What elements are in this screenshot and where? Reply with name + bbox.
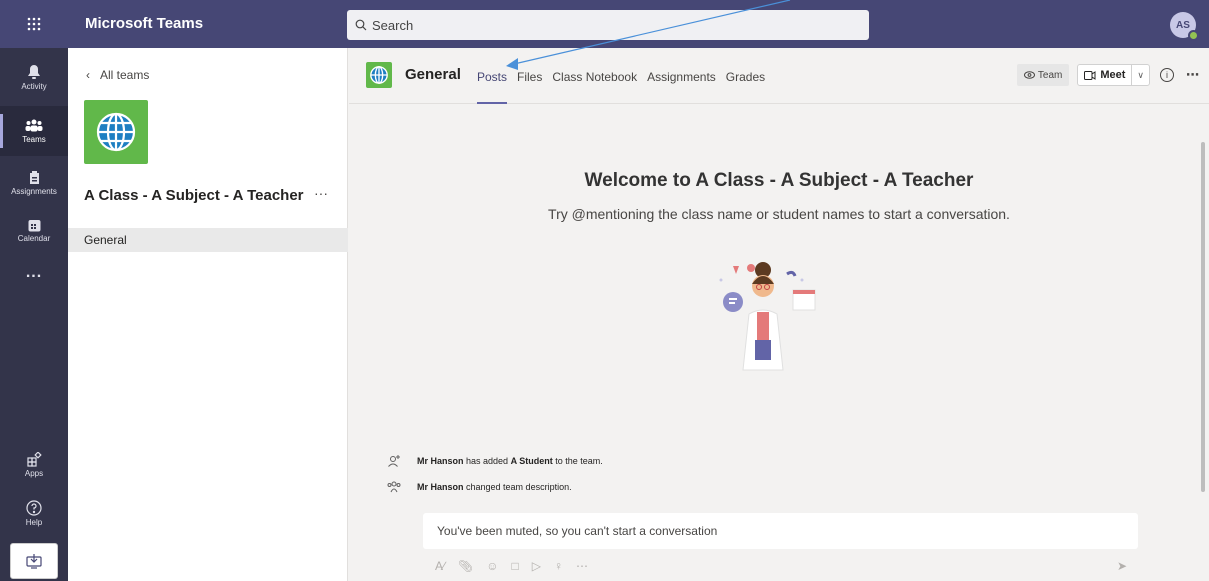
avatar-initials: AS <box>1176 19 1190 31</box>
meet-main[interactable]: Meet <box>1078 65 1133 85</box>
welcome-title: Welcome to A Class - A Subject - A Teach… <box>584 170 974 191</box>
header-actions: Team Meet ∨ i ⋯ <box>1016 64 1199 86</box>
attach-icon[interactable]: 📎︎ <box>458 559 473 573</box>
activity-text: Mr Hanson has added A Student to the tea… <box>417 456 603 466</box>
rail-item-help[interactable]: Help <box>0 488 68 538</box>
welcome-illustration <box>719 262 816 371</box>
send-icon[interactable]: ➤ <box>1117 559 1127 573</box>
main-content: General Posts Files Class Notebook Assig… <box>349 48 1209 581</box>
all-teams-label: All teams <box>100 68 150 82</box>
rail-item-apps[interactable]: Apps <box>0 440 68 490</box>
chevron-left-icon: ‹ <box>86 68 90 82</box>
rail-item-activity[interactable]: Activity <box>0 52 68 102</box>
search-icon <box>355 19 367 31</box>
team-pane: ‹ All teams A Class - A Subject - A Teac… <box>68 48 348 581</box>
rail-label: Calendar <box>17 234 51 243</box>
channel-title: General <box>405 66 461 83</box>
avatar[interactable]: AS <box>1170 12 1199 41</box>
team-button-label: Team <box>1037 69 1063 81</box>
tab-files[interactable]: Files <box>517 48 542 104</box>
team-name: A Class - A Subject - A Teacher <box>84 187 304 204</box>
info-icon[interactable]: i <box>1160 68 1174 82</box>
compose-box-muted: You've been muted, so you can't start a … <box>423 513 1138 549</box>
apps-icon <box>26 452 42 467</box>
more-options-icon[interactable]: ⋯ <box>1186 67 1199 83</box>
channel-tabs: Posts Files Class Notebook Assignments G… <box>477 48 775 104</box>
more-icon: ... <box>25 264 43 281</box>
activity-text: Mr Hanson changed team description. <box>417 482 572 492</box>
assignments-icon <box>29 171 39 184</box>
tab-grades[interactable]: Grades <box>726 48 765 104</box>
calendar-icon <box>28 220 40 232</box>
activity-actor: Mr Hanson <box>417 482 464 492</box>
tab-assignments[interactable]: Assignments <box>647 48 716 104</box>
emoji-icon[interactable]: ☺ <box>486 559 498 573</box>
channel-logo <box>366 62 392 88</box>
channel-item-general[interactable]: General <box>68 228 348 252</box>
rail-label: Teams <box>22 134 46 144</box>
team-more-options-icon[interactable]: ··· <box>314 185 328 201</box>
chevron-down-icon[interactable]: ∨ <box>1132 70 1149 81</box>
eye-icon <box>1023 71 1035 79</box>
format-icon[interactable]: A∕ <box>435 559 445 573</box>
activity-member-added: Mr Hanson has added A Student to the tea… <box>387 454 603 468</box>
more-apps-icon[interactable]: ⋯ <box>576 559 588 573</box>
all-teams-link[interactable]: ‹ All teams <box>86 68 149 82</box>
app-title: Microsoft Teams <box>85 15 204 32</box>
top-bar: Microsoft Teams AS <box>0 0 1209 48</box>
praise-icon[interactable]: ♀ <box>554 559 563 573</box>
rail-label: Assignments <box>11 187 57 196</box>
scrollbar[interactable] <box>1201 142 1205 492</box>
tab-posts[interactable]: Posts <box>477 48 508 104</box>
meet-button[interactable]: Meet ∨ <box>1077 64 1150 86</box>
download-icon <box>26 554 42 569</box>
search-input[interactable] <box>372 17 852 33</box>
search-box[interactable] <box>347 10 869 40</box>
rail-label: Help <box>25 517 43 527</box>
activity-text-part: to the team. <box>552 456 603 466</box>
activity-target: A Student <box>510 456 553 466</box>
rail-item-more[interactable]: ... <box>0 248 68 298</box>
rail-item-assignments[interactable]: Assignments <box>0 158 68 208</box>
meet-now-icon[interactable]: ▷ <box>532 559 541 573</box>
rail-item-teams[interactable]: Teams <box>0 106 68 156</box>
team-logo <box>84 100 148 164</box>
channel-header: General Posts Files Class Notebook Assig… <box>349 48 1209 104</box>
download-app-button[interactable] <box>10 543 58 579</box>
activity-text-part: has added <box>463 456 511 466</box>
meet-label: Meet <box>1100 69 1126 81</box>
bell-icon <box>28 64 40 79</box>
help-icon <box>26 499 42 516</box>
rail-label: Apps <box>24 469 44 478</box>
globe-icon <box>96 112 136 152</box>
teams-icon <box>25 119 43 131</box>
team-button[interactable]: Team <box>1016 64 1070 86</box>
app-launcher-icon[interactable] <box>0 0 68 48</box>
globe-icon <box>370 66 388 84</box>
tab-class-notebook[interactable]: Class Notebook <box>552 48 637 104</box>
sticker-icon[interactable]: □ <box>512 559 519 573</box>
welcome-subtitle: Try @mentioning the class name or studen… <box>548 206 1010 222</box>
team-icon <box>387 481 401 493</box>
app-bar: Activity Teams Assignments Calendar ... … <box>0 48 68 581</box>
compose-toolbar: A∕ 📎︎ ☺ □ ▷ ♀ ⋯ <box>435 559 601 573</box>
activity-actor: Mr Hanson <box>417 456 464 466</box>
activity-text-part: changed team description. <box>463 482 572 492</box>
presence-available-icon <box>1188 30 1199 41</box>
add-member-icon <box>388 455 400 467</box>
rail-label: Activity <box>21 81 47 91</box>
video-icon <box>1084 70 1096 80</box>
activity-description-changed: Mr Hanson changed team description. <box>387 480 572 494</box>
